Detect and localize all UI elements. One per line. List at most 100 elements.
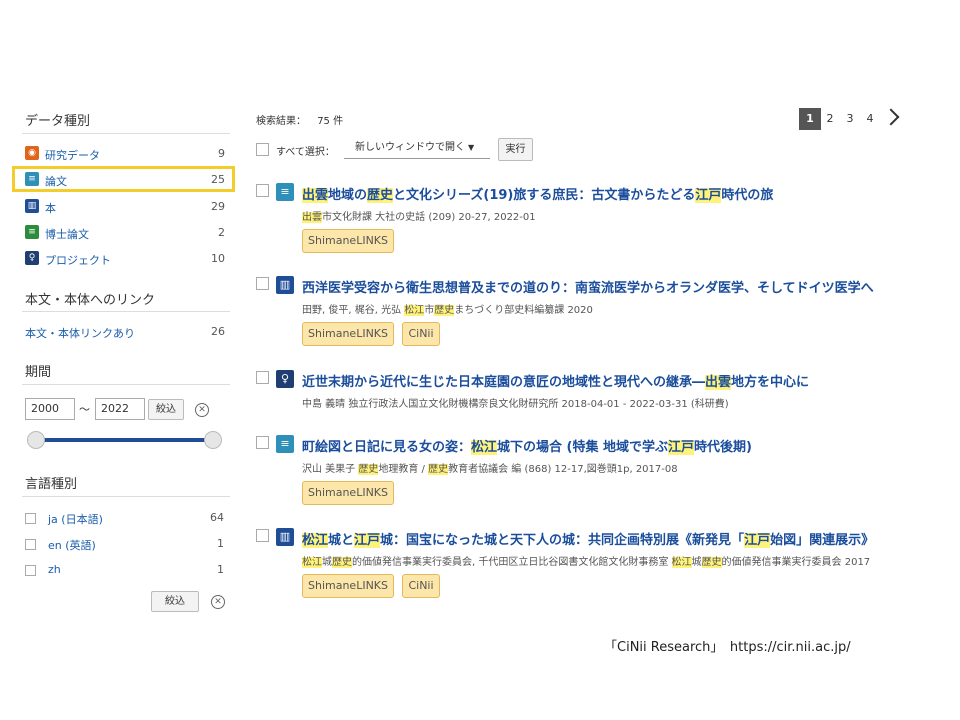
article-highlight-box [12,166,235,192]
source-badge-cinii[interactable]: CiNii [402,574,440,598]
divider [22,133,230,134]
language-narrow-button[interactable]: 絞込 [151,591,199,612]
source-badge-shimanelinks[interactable]: ShimaneLINKS [302,481,394,505]
clear-language-icon[interactable]: ✕ [211,595,225,609]
result-checkbox[interactable] [256,371,269,384]
data-type-dissertation[interactable]: ≡ 博士論文 2 [25,224,225,242]
select-all-checkbox[interactable] [256,143,269,156]
keyword-highlight: 松江 [671,557,692,568]
text-segment: 城と [328,533,355,548]
keyword-highlight: 江戸 [668,440,695,455]
language-checkbox[interactable] [25,539,36,550]
language-count: 1 [217,537,224,550]
run-button[interactable]: 実行 [498,138,533,161]
source-caption: 「CiNii Research」 https://cir.nii.ac.jp/ [604,640,851,655]
result-title-link[interactable]: 松江城と江戸城：国宝になった城と天下人の城：共同企画特別展《新発見「江戸始図」関… [302,529,874,548]
language-label-zh[interactable]: zh [48,563,61,576]
year-from-input[interactable]: 2000 [25,398,75,420]
result-title-link[interactable]: 出雲地域の歴史と文化シリーズ(19)旅する庶民：古文書からたどる江戸時代の旅 [302,184,773,203]
keyword-highlight: 江戸 [695,188,722,203]
fulltext-link-count: 26 [211,325,225,338]
text-segment: 城 [691,557,702,568]
data-type-count: 2 [218,226,225,239]
keyword-highlight: 江戸 [354,533,381,548]
text-segment: 的価値発信事業実行委員会 2017 [721,557,871,568]
text-segment: 教育者協議会 編 (868) 12-17,図巻頭1p, 2017-08 [448,464,678,475]
keyword-highlight: 出雲 [302,212,322,223]
article-icon: ≡ [276,183,294,201]
source-badge-cinii[interactable]: CiNii [402,322,440,346]
result-title-link[interactable]: 近世末期から近代に生じた日本庭園の意匠の地域性と現代への継承―出雲地方を中心に [302,371,809,390]
open-option-select[interactable]: 新しいウィンドウで開く ▼ [344,137,490,159]
keyword-highlight: 出雲 [705,375,732,390]
result-checkbox[interactable] [256,436,269,449]
text-segment: 中島 義晴 独立行政法人国立文化財機構奈良文化財研究所 2018-04-01 -… [302,399,729,410]
text-segment: 的価値発信事業実行委員会, 千代田区立日比谷図書文化館文化財事務室 [352,557,672,568]
data-type-label: 本 [45,202,56,215]
divider [22,311,230,312]
text-segment: 城下の場合 (特集 地域で学ぶ [497,440,669,455]
text-segment: 近世末期から近代に生じた日本庭園の意匠の地域性と現代への継承― [302,375,706,390]
project-icon: ♀ [25,251,39,265]
keyword-highlight: 歴史 [701,557,722,568]
page-2-button[interactable]: 2 [819,108,841,130]
language-label-en[interactable]: en (英語) [48,537,96,553]
source-badge-shimanelinks[interactable]: ShimaneLINKS [302,574,394,598]
text-segment: 沢山 美果子 [302,464,359,475]
book-icon: ▥ [276,528,294,546]
fulltext-link-filter[interactable]: 本文・本体リンクあり 26 [25,323,225,341]
result-checkbox[interactable] [256,529,269,542]
keyword-highlight: 江戸 [744,533,771,548]
keyword-highlight: 松江 [471,440,498,455]
next-page-icon[interactable] [882,108,900,126]
language-label-ja[interactable]: ja (日本語) [48,511,103,527]
data-type-count: 9 [218,147,225,160]
page-1-button[interactable]: 1 [799,108,821,130]
text-segment: と文化シリーズ(19)旅する庶民：古文書からたどる [393,188,696,203]
page-4-button[interactable]: 4 [859,108,881,130]
result-count-label: 検索結果： [256,116,306,127]
data-type-label: 博士論文 [45,228,89,241]
text-segment: 市 [424,305,435,316]
result-title-link[interactable]: 町絵図と日記に見る女の姿：松江城下の場合 (特集 地域で学ぶ江戸時代後期) [302,436,752,455]
page-3-button[interactable]: 3 [839,108,861,130]
language-checkbox[interactable] [25,565,36,576]
data-type-project[interactable]: ♀ プロジェクト 10 [25,250,225,268]
text-segment: 時代の旅 [721,188,774,203]
text-segment: 地域の [328,188,368,203]
dissertation-icon: ≡ [25,225,39,239]
source-badge-shimanelinks[interactable]: ShimaneLINKS [302,229,394,253]
period-slider-track[interactable] [35,438,214,442]
text-segment: 始図」関連展示》 [770,533,875,548]
source-badge-shimanelinks[interactable]: ShimaneLINKS [302,322,394,346]
year-to-input[interactable]: 2022 [95,398,145,420]
slider-handle-end[interactable] [204,431,222,449]
period-narrow-button[interactable]: 絞込 [148,399,184,420]
clear-period-icon[interactable]: ✕ [195,403,209,417]
fulltext-link-label: 本文・本体リンクあり [25,327,135,340]
text-segment: 城：国宝になった城と天下人の城：共同企画特別展《新発見「 [380,533,745,548]
period-heading: 期間 [25,365,52,380]
result-title-link[interactable]: 西洋医学受容から衛生思想普及までの道のり：南蛮流医学からオランダ医学、そしてドイ… [302,277,874,296]
slider-handle-start[interactable] [27,431,45,449]
data-type-label: 研究データ [45,149,100,162]
data-type-research-data[interactable]: ◉ 研究データ 9 [25,145,225,163]
result-count-value: 75 件 [317,116,344,127]
result-checkbox[interactable] [256,277,269,290]
result-meta: 中島 義晴 独立行政法人国立文化財機構奈良文化財研究所 2018-04-01 -… [302,395,729,410]
book-icon: ▥ [276,276,294,294]
data-type-label: プロジェクト [45,254,111,267]
text-segment: 田野, 俊平, 梶谷, 光弘 [302,305,405,316]
result-checkbox[interactable] [256,184,269,197]
result-meta: 松江城歴史的価値発信事業実行委員会, 千代田区立日比谷図書文化館文化財事務室 松… [302,553,870,568]
data-type-count: 10 [211,252,225,265]
divider [22,496,230,497]
language-count: 64 [210,511,224,524]
text-segment: 城 [322,557,332,568]
dropdown-arrow-icon: ▼ [468,143,475,152]
range-tilde: 〜 [79,403,90,416]
data-type-book[interactable]: ▥ 本 29 [25,198,225,216]
language-checkbox[interactable] [25,513,36,524]
keyword-highlight: 松江 [302,557,322,568]
text-segment: 地理教育 / [378,464,429,475]
